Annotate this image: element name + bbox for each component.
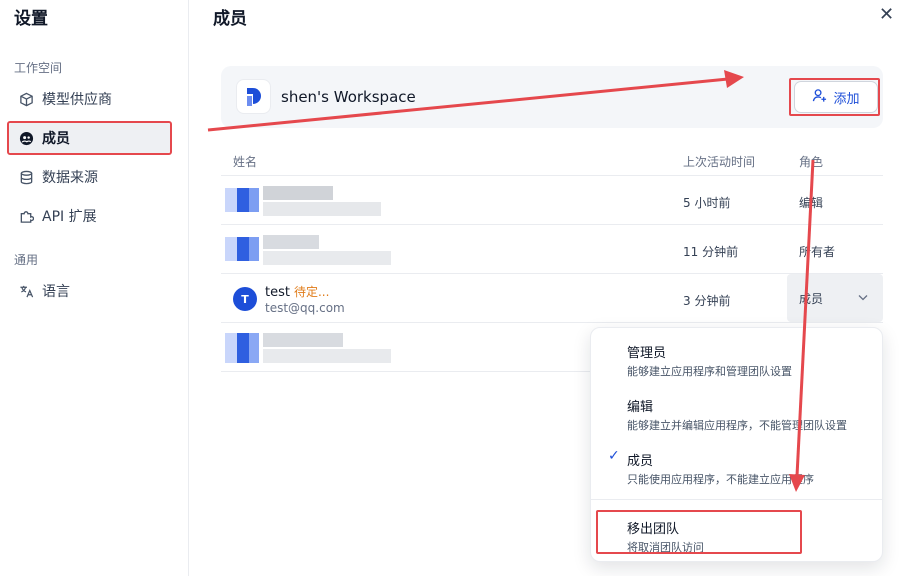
settings-modal: 设置 工作空间 模型供应商 成员 数据来源 API 扩展 通用 语言 成员 ✕ … [0,0,906,576]
role-option-remove[interactable]: 移出团队 将取消团队访问 [591,504,882,558]
cube-icon [18,91,34,107]
blurred-avatar [225,188,259,212]
blurred-name [263,333,343,347]
option-title: 成员 [627,454,654,469]
workspace-name: shen's Workspace [281,88,416,106]
dropdown-divider [591,499,882,500]
sidebar-item-label: 语言 [42,284,70,300]
blurred-email [263,349,391,363]
member-email: test@qq.com [265,301,345,315]
blurred-name [263,186,333,200]
sidebar-group-general: 通用 [14,253,39,267]
members-icon [18,130,34,146]
option-title: 管理员 [627,346,667,361]
sidebar-item-label: API 扩展 [42,209,97,225]
sidebar-group-workspace: 工作空间 [14,61,63,75]
close-icon[interactable]: ✕ [879,4,894,25]
settings-sidebar: 设置 工作空间 模型供应商 成员 数据来源 API 扩展 通用 语言 [0,0,189,576]
column-role: 角色 [799,155,824,169]
table-row[interactable]: 11 分钟前 所有者 [221,225,883,274]
table-row[interactable]: 5 小时前 编辑 [221,176,883,225]
role-label: 所有者 [799,245,836,259]
sidebar-item-label: 数据来源 [42,170,98,186]
sidebar-item-api-extension[interactable]: API 扩展 [8,200,171,232]
translate-icon [18,283,34,299]
sidebar-item-data-source[interactable]: 数据来源 [8,161,171,193]
puzzle-icon [18,208,34,224]
column-name: 姓名 [233,155,258,169]
role-option-admin[interactable]: 管理员 能够建立应用程序和管理团队设置 [591,328,882,382]
add-user-icon [812,88,827,107]
blurred-avatar [225,333,259,363]
workspace-card: shen's Workspace 添加 [221,66,883,128]
chevron-down-icon [857,291,869,306]
role-option-member[interactable]: ✓ 成员 只能使用应用程序，不能建立应用程序 [591,436,882,490]
column-last-active: 上次活动时间 [683,155,756,169]
last-active: 3 分钟前 [683,294,731,308]
blurred-email [263,251,391,265]
role-dropdown: 管理员 能够建立应用程序和管理团队设置 编辑 能够建立并编辑应用程序，不能管理团… [590,327,883,562]
role-select-value: 成员 [799,291,824,306]
check-icon: ✓ [608,448,620,464]
pending-badge: 待定... [293,285,330,299]
option-title: 编辑 [627,400,654,415]
page-title: 成员 [213,9,247,29]
option-desc: 将取消团队访问 [627,541,704,554]
last-active: 11 分钟前 [683,245,739,259]
database-icon [18,169,34,185]
sidebar-item-label: 成员 [42,131,70,147]
workspace-logo-icon [236,79,271,114]
sidebar-item-label: 模型供应商 [42,92,112,108]
option-desc: 能够建立并编辑应用程序，不能管理团队设置 [627,419,847,432]
role-option-editor[interactable]: 编辑 能够建立并编辑应用程序，不能管理团队设置 [591,382,882,436]
avatar: T [233,287,257,311]
blurred-email [263,202,381,216]
table-row[interactable]: T test 待定... test@qq.com 3 分钟前 成员 [221,274,883,323]
last-active: 5 小时前 [683,196,731,210]
blurred-avatar [225,237,259,261]
option-desc: 能够建立应用程序和管理团队设置 [627,365,792,378]
blurred-name [263,235,319,249]
member-name: test 待定... [265,283,329,300]
member-name-text: test [265,285,290,300]
option-desc: 只能使用应用程序，不能建立应用程序 [627,473,814,486]
role-select[interactable]: 成员 [787,274,883,322]
sidebar-item-members[interactable]: 成员 [7,121,172,155]
option-title: 移出团队 [627,522,680,537]
role-label: 编辑 [799,196,824,210]
sidebar-title: 设置 [14,9,48,29]
add-button-label: 添加 [833,91,860,107]
sidebar-item-language[interactable]: 语言 [8,275,171,307]
sidebar-item-model-provider[interactable]: 模型供应商 [8,83,171,115]
add-member-button[interactable]: 添加 [794,81,878,113]
